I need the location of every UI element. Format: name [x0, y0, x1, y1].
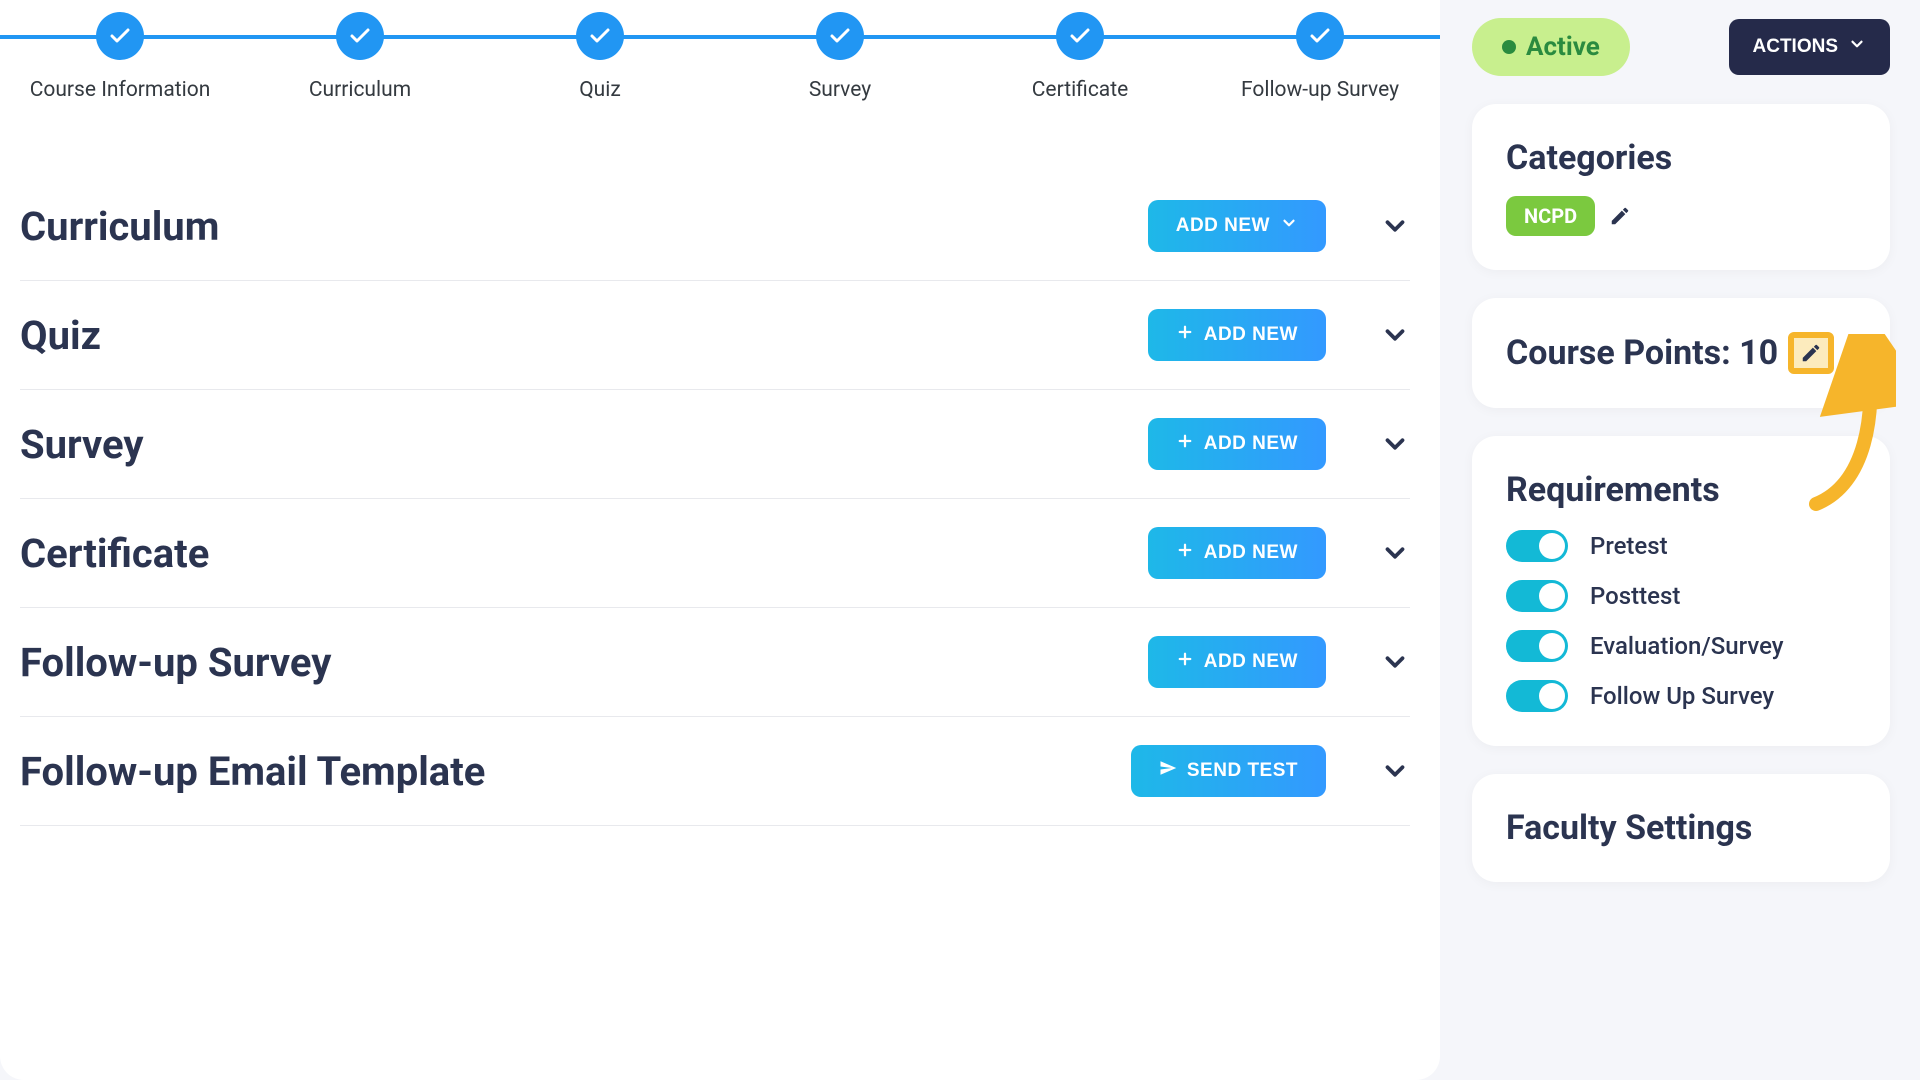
button-label: SEND TEST: [1187, 760, 1298, 782]
expand-section-icon[interactable]: [1380, 647, 1410, 677]
add-new-curriculum-button[interactable]: ADD NEW: [1148, 200, 1326, 252]
chevron-down-icon: [1280, 214, 1298, 238]
section-follow-up-email-template: Follow-up Email Template SEND TEST: [20, 717, 1410, 826]
step-course-information[interactable]: Course Information: [0, 12, 240, 102]
section-curriculum: Curriculum ADD NEW: [20, 172, 1410, 281]
check-icon: [576, 12, 624, 60]
requirement-label: Follow Up Survey: [1590, 682, 1774, 710]
step-curriculum[interactable]: Curriculum: [240, 12, 480, 102]
actions-button[interactable]: ACTIONS: [1729, 19, 1891, 75]
toggle-evaluation-survey[interactable]: [1506, 630, 1568, 662]
section-quiz: Quiz ADD NEW: [20, 281, 1410, 390]
step-quiz[interactable]: Quiz: [480, 12, 720, 102]
check-icon: [336, 12, 384, 60]
edit-categories-icon[interactable]: [1609, 205, 1631, 227]
requirement-evaluation-survey: Evaluation/Survey: [1506, 630, 1856, 662]
check-icon: [816, 12, 864, 60]
status-pill: Active: [1472, 18, 1630, 76]
category-tag: NCPD: [1506, 196, 1595, 236]
button-label: ADD NEW: [1204, 433, 1298, 455]
toggle-follow-up-survey[interactable]: [1506, 680, 1568, 712]
step-survey[interactable]: Survey: [720, 12, 960, 102]
step-label: Survey: [809, 78, 871, 102]
edit-points-highlight: [1788, 332, 1834, 374]
chevron-down-icon: [1848, 35, 1866, 59]
expand-section-icon[interactable]: [1380, 756, 1410, 786]
expand-section-icon[interactable]: [1380, 429, 1410, 459]
section-follow-up-survey: Follow-up Survey ADD NEW: [20, 608, 1410, 717]
step-follow-up-survey[interactable]: Follow-up Survey: [1200, 12, 1440, 102]
main-panel: Course Information Curriculum Quiz Surve…: [0, 0, 1440, 1080]
section-title: Follow-up Survey: [20, 639, 331, 686]
sidebar-top-row: Active ACTIONS: [1472, 18, 1890, 76]
step-label: Certificate: [1032, 78, 1128, 102]
sidebar-panel: Active ACTIONS Categories NCPD Course Po…: [1440, 0, 1920, 1080]
button-label: ADD NEW: [1204, 542, 1298, 564]
status-label: Active: [1526, 32, 1600, 62]
section-certificate: Certificate ADD NEW: [20, 499, 1410, 608]
step-label: Quiz: [579, 78, 621, 102]
button-label: ACTIONS: [1753, 36, 1839, 58]
plus-icon: [1176, 650, 1194, 674]
progress-stepper: Course Information Curriculum Quiz Surve…: [0, 0, 1440, 132]
section-title: Quiz: [20, 312, 101, 359]
toggle-posttest[interactable]: [1506, 580, 1568, 612]
step-label: Course Information: [30, 78, 211, 102]
button-label: ADD NEW: [1176, 215, 1270, 237]
check-icon: [96, 12, 144, 60]
sections-list: Curriculum ADD NEW Quiz: [0, 132, 1440, 846]
section-title: Survey: [20, 421, 144, 468]
add-new-follow-up-survey-button[interactable]: ADD NEW: [1148, 636, 1326, 688]
requirement-posttest: Posttest: [1506, 580, 1856, 612]
requirements-title: Requirements: [1506, 470, 1856, 510]
section-title: Certificate: [20, 530, 209, 577]
faculty-settings-title: Faculty Settings: [1506, 808, 1856, 848]
section-title: Follow-up Email Template: [20, 748, 485, 795]
step-certificate[interactable]: Certificate: [960, 12, 1200, 102]
requirement-label: Evaluation/Survey: [1590, 632, 1784, 660]
add-new-quiz-button[interactable]: ADD NEW: [1148, 309, 1326, 361]
step-label: Curriculum: [309, 78, 411, 102]
send-test-button[interactable]: SEND TEST: [1131, 745, 1326, 797]
faculty-settings-card: Faculty Settings: [1472, 774, 1890, 882]
button-label: ADD NEW: [1204, 651, 1298, 673]
toggle-pretest[interactable]: [1506, 530, 1568, 562]
section-survey: Survey ADD NEW: [20, 390, 1410, 499]
send-icon: [1159, 759, 1177, 783]
plus-icon: [1176, 432, 1194, 456]
expand-section-icon[interactable]: [1380, 211, 1410, 241]
plus-icon: [1176, 323, 1194, 347]
plus-icon: [1176, 541, 1194, 565]
course-points-card: Course Points: 10: [1472, 298, 1890, 408]
requirement-follow-up-survey: Follow Up Survey: [1506, 680, 1856, 712]
edit-points-icon[interactable]: [1800, 342, 1822, 364]
status-dot-icon: [1502, 40, 1516, 54]
course-points-label: Course Points: 10: [1506, 333, 1778, 373]
check-icon: [1056, 12, 1104, 60]
expand-section-icon[interactable]: [1380, 320, 1410, 350]
requirements-card: Requirements Pretest Posttest Evaluation…: [1472, 436, 1890, 746]
categories-card: Categories NCPD: [1472, 104, 1890, 270]
section-title: Curriculum: [20, 203, 219, 250]
categories-title: Categories: [1506, 138, 1856, 178]
step-label: Follow-up Survey: [1241, 78, 1399, 102]
button-label: ADD NEW: [1204, 324, 1298, 346]
expand-section-icon[interactable]: [1380, 538, 1410, 568]
check-icon: [1296, 12, 1344, 60]
add-new-survey-button[interactable]: ADD NEW: [1148, 418, 1326, 470]
requirement-label: Pretest: [1590, 532, 1668, 560]
requirement-label: Posttest: [1590, 582, 1680, 610]
requirement-pretest: Pretest: [1506, 530, 1856, 562]
add-new-certificate-button[interactable]: ADD NEW: [1148, 527, 1326, 579]
